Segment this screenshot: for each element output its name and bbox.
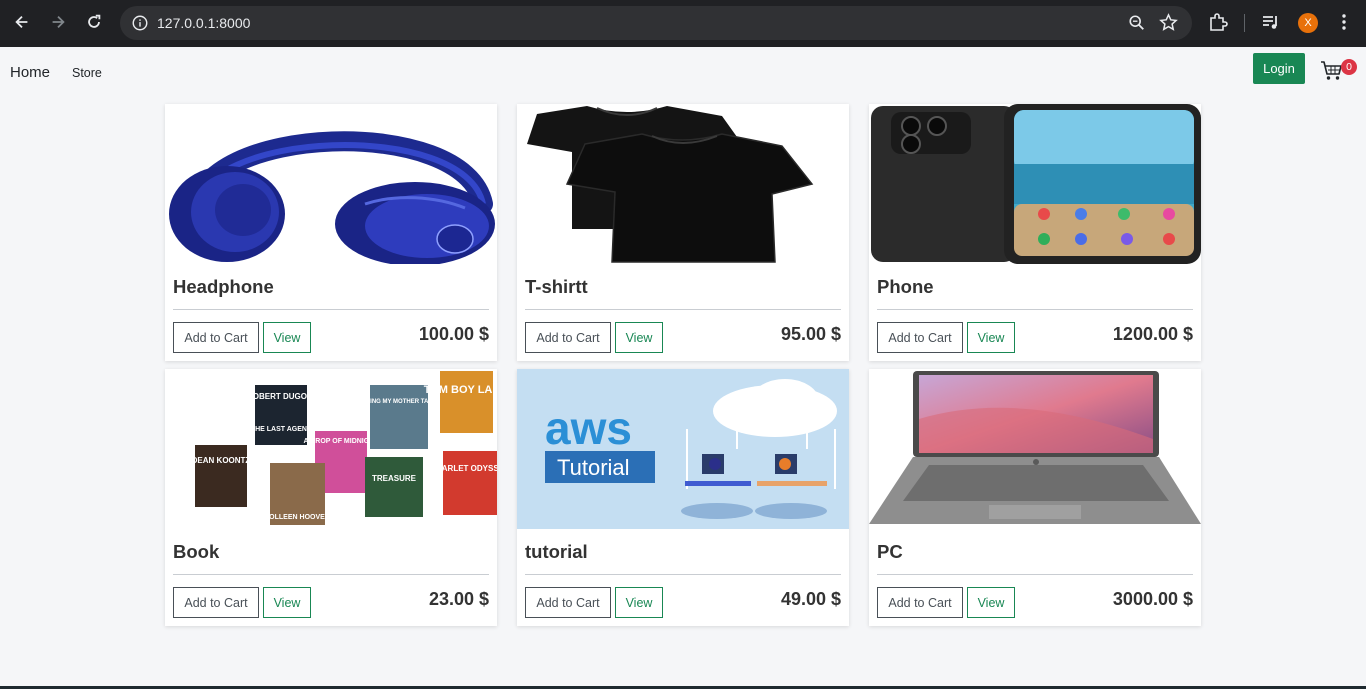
product-card: T-shirtt Add to Cart View 95.00 $: [517, 104, 849, 361]
svg-text:Tutorial: Tutorial: [557, 455, 630, 480]
tshirt-image[interactable]: [517, 104, 849, 264]
add-to-cart-button[interactable]: Add to Cart: [525, 587, 611, 618]
view-button[interactable]: View: [263, 587, 311, 618]
nav-home-link[interactable]: Home: [10, 64, 50, 81]
view-button[interactable]: View: [615, 322, 663, 353]
add-to-cart-button[interactable]: Add to Cart: [525, 322, 611, 353]
site-navbar: Home Store Login 0: [0, 47, 1366, 97]
svg-text:THE LAST AGENT: THE LAST AGENT: [251, 426, 312, 433]
view-button[interactable]: View: [967, 587, 1015, 618]
product-title[interactable]: Phone: [877, 276, 934, 298]
card-divider: [173, 574, 489, 575]
browser-menu-icon[interactable]: [1334, 12, 1354, 32]
product-price: 3000.00 $: [1112, 589, 1193, 609]
product-card: Phone Add to Cart View 1200.00 $: [869, 104, 1201, 361]
headphone-image[interactable]: [165, 104, 497, 264]
site-info-icon[interactable]: [131, 14, 149, 32]
product-card: ROBERT DUGONI THE LAST AGENT DEAN KOONTZ…: [165, 369, 497, 626]
books-image[interactable]: ROBERT DUGONI THE LAST AGENT DEAN KOONTZ…: [165, 369, 497, 529]
product-title[interactable]: tutorial: [525, 541, 588, 563]
svg-text:TOM BOY LAND: TOM BOY LAND: [424, 384, 497, 396]
toolbar-divider: [1244, 14, 1245, 32]
nav-store-link[interactable]: Store: [72, 66, 102, 80]
card-divider: [525, 309, 841, 310]
card-divider: [525, 574, 841, 575]
phone-image[interactable]: [869, 104, 1201, 264]
svg-text:aws: aws: [545, 402, 632, 454]
view-button[interactable]: View: [615, 587, 663, 618]
cart-icon: [1321, 61, 1342, 80]
cart-button[interactable]: 0: [1320, 58, 1358, 84]
svg-text:TREASURE: TREASURE: [372, 474, 417, 483]
svg-text:EVERYTHING MY MOTHER TAUGHT ME: EVERYTHING MY MOTHER TAUGHT ME: [342, 399, 456, 405]
card-divider: [877, 309, 1193, 310]
card-divider: [173, 309, 489, 310]
product-title[interactable]: Headphone: [173, 276, 274, 298]
extensions-icon[interactable]: [1208, 12, 1228, 32]
url-text[interactable]: 127.0.0.1:8000: [157, 15, 250, 31]
product-card: aws Tutorial tutorial Add to Cart View 4…: [517, 369, 849, 626]
svg-text:COLLEEN HOOVER: COLLEEN HOOVER: [264, 514, 330, 521]
product-grid: Headphone Add to Cart View 100.00 $ T-sh…: [165, 104, 1201, 626]
product-price: 49.00 $: [780, 589, 841, 609]
product-price: 1200.00 $: [1112, 324, 1193, 344]
zoom-icon[interactable]: [1128, 14, 1146, 32]
svg-text:A DROP OF MIDNIGHT: A DROP OF MIDNIGHT: [303, 438, 379, 445]
product-price: 100.00 $: [418, 324, 489, 344]
browser-toolbar: 127.0.0.1:8000 X: [0, 0, 1366, 47]
reload-icon[interactable]: [83, 11, 105, 33]
product-title[interactable]: Book: [173, 541, 219, 563]
laptop-image[interactable]: [869, 369, 1201, 529]
view-button[interactable]: View: [263, 322, 311, 353]
product-title[interactable]: T-shirtt: [525, 276, 588, 298]
product-price: 23.00 $: [428, 589, 489, 609]
add-to-cart-button[interactable]: Add to Cart: [877, 587, 963, 618]
card-divider: [877, 574, 1193, 575]
media-control-icon[interactable]: [1261, 12, 1281, 32]
forward-icon[interactable]: [47, 11, 69, 33]
view-button[interactable]: View: [967, 322, 1015, 353]
profile-avatar[interactable]: X: [1298, 13, 1318, 33]
login-button[interactable]: Login: [1253, 53, 1305, 84]
svg-text:SCARLET ODYSSEY: SCARLET ODYSSEY: [431, 464, 497, 473]
product-card: Headphone Add to Cart View 100.00 $: [165, 104, 497, 361]
back-icon[interactable]: [11, 11, 33, 33]
svg-text:ROBERT DUGONI: ROBERT DUGONI: [247, 392, 315, 401]
product-price: 95.00 $: [780, 324, 841, 344]
bookmark-star-icon[interactable]: [1159, 13, 1178, 32]
cart-count-badge: 0: [1341, 59, 1357, 75]
product-title[interactable]: PC: [877, 541, 903, 563]
svg-text:DEAN KOONTZ: DEAN KOONTZ: [192, 456, 251, 465]
aws-tutorial-image[interactable]: aws Tutorial: [517, 369, 849, 529]
add-to-cart-button[interactable]: Add to Cart: [173, 587, 259, 618]
add-to-cart-button[interactable]: Add to Cart: [173, 322, 259, 353]
add-to-cart-button[interactable]: Add to Cart: [877, 322, 963, 353]
address-bar[interactable]: 127.0.0.1:8000: [120, 6, 1192, 40]
product-card: PC Add to Cart View 3000.00 $: [869, 369, 1201, 626]
